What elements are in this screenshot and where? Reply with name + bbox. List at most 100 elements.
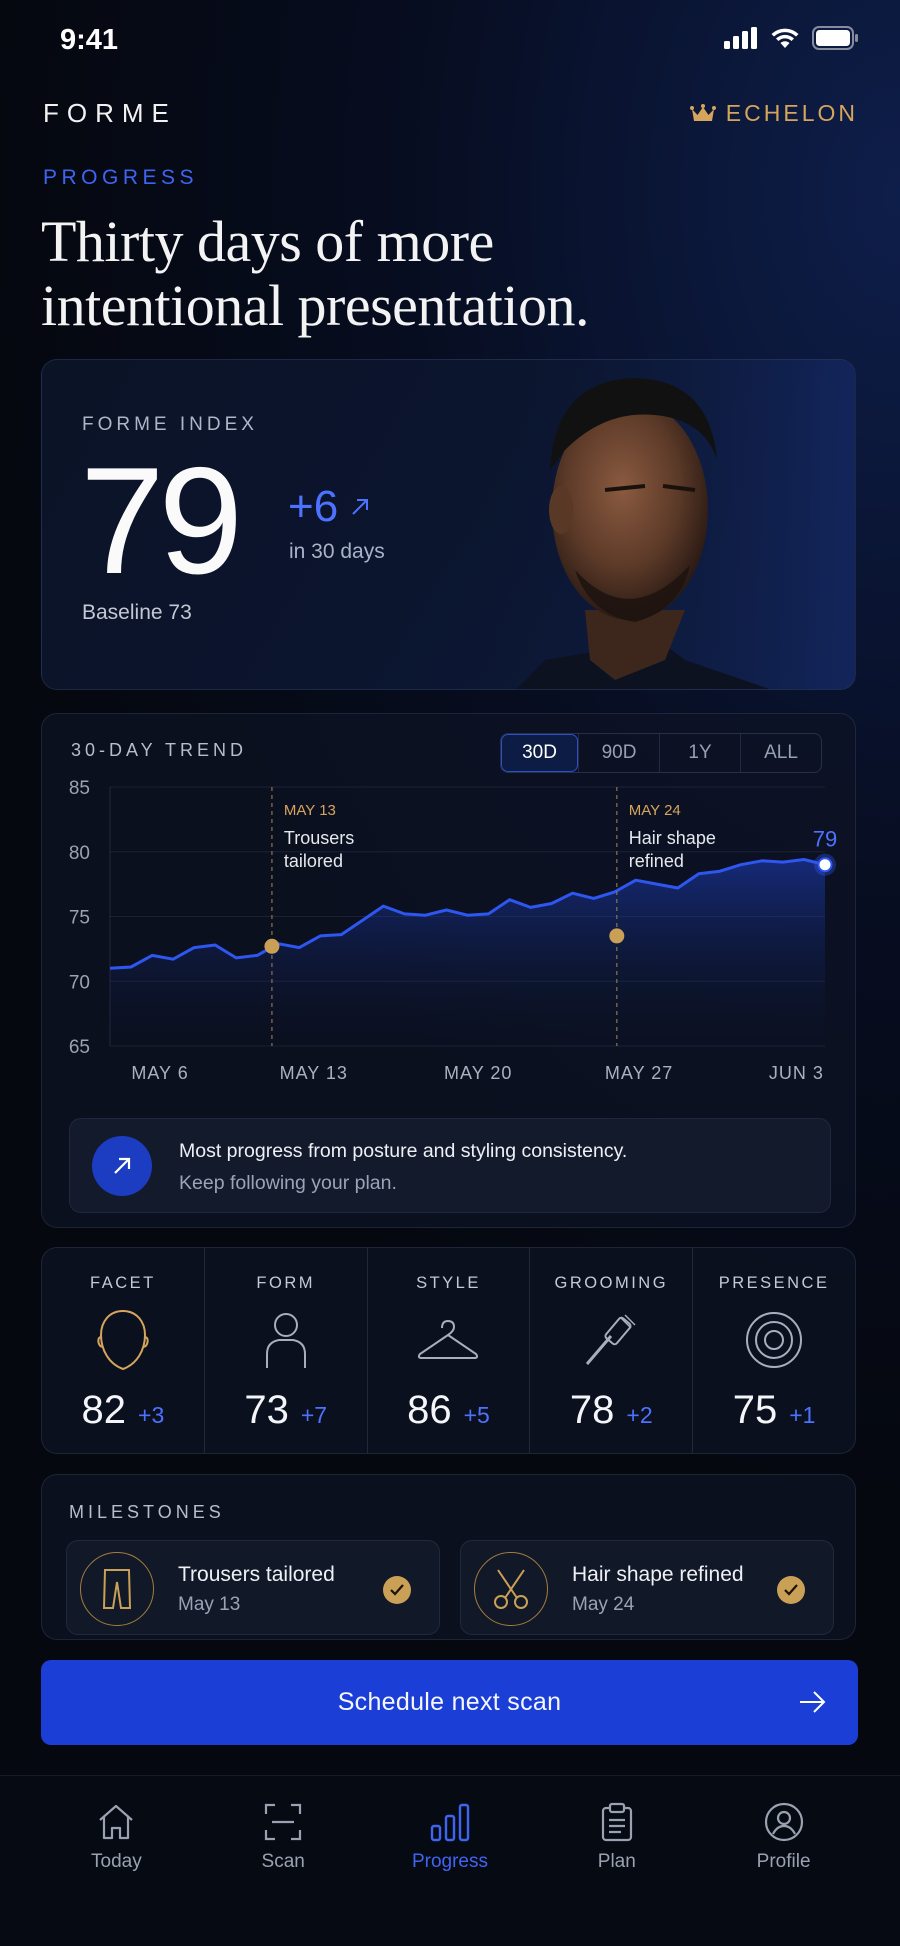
annotation-date: MAY 13 — [284, 802, 336, 819]
index-delta: +6 — [288, 482, 370, 532]
x-tick-label: MAY 27 — [605, 1063, 673, 1083]
facet-value: 75 — [732, 1388, 778, 1432]
scan-icon — [261, 1800, 305, 1844]
status-time: 9:41 — [60, 24, 119, 56]
range-option-30d[interactable]: 30D — [501, 734, 578, 772]
annotation-text: refined — [629, 851, 684, 871]
milestone-title: Trousers tailored — [178, 1563, 335, 1586]
facet-label: GROOMING — [554, 1274, 669, 1292]
trend-up-arrow-icon — [352, 499, 369, 515]
end-point — [817, 857, 833, 873]
x-tick-label: MAY 20 — [444, 1063, 512, 1083]
facet-delta: +3 — [138, 1402, 165, 1428]
headline-line-2: intentional presentation. — [41, 273, 590, 338]
annotation-marker — [609, 928, 625, 944]
range-option-all[interactable]: ALL — [740, 734, 821, 772]
tab-profile[interactable]: Profile — [700, 1776, 867, 1886]
milestone-item[interactable]: Trousers tailored May 13 — [66, 1540, 440, 1635]
facet-facet[interactable]: FACET 82 +3 — [42, 1248, 204, 1453]
tab-scan[interactable]: Scan — [200, 1776, 367, 1886]
headline-line-1: Thirty days of more — [41, 209, 494, 274]
user-circle-icon — [762, 1800, 806, 1844]
facet-label: FACET — [90, 1274, 156, 1292]
tier-label: ECHELON — [725, 100, 858, 126]
insight-arrow-icon — [92, 1136, 152, 1196]
range-option-90d[interactable]: 90D — [578, 734, 659, 772]
section-eyebrow: PROGRESS — [43, 166, 199, 189]
range-option-1y[interactable]: 1Y — [659, 734, 740, 772]
target-icon — [742, 1308, 806, 1372]
schedule-scan-button[interactable]: Schedule next scan — [41, 1660, 858, 1745]
scissors-icon — [474, 1552, 548, 1626]
x-tick-label: MAY 6 — [131, 1063, 188, 1083]
tab-label: Scan — [261, 1851, 305, 1872]
check-icon — [777, 1576, 805, 1604]
y-tick-label: 65 — [69, 1037, 90, 1058]
tab-progress[interactable]: Progress — [367, 1776, 534, 1886]
clipboard-icon — [595, 1800, 639, 1844]
tab-plan[interactable]: Plan — [533, 1776, 700, 1886]
trend-label: 30-DAY TREND — [71, 740, 248, 760]
x-tick-label: MAY 13 — [280, 1063, 348, 1083]
page-headline: Thirty days of more intentional presenta… — [41, 210, 801, 338]
annotation-marker — [264, 938, 280, 954]
tab-label: Today — [91, 1851, 142, 1872]
signal-icon — [724, 27, 757, 49]
insight-banner: Most progress from posture and styling c… — [69, 1118, 831, 1213]
facet-style[interactable]: STYLE 86 +5 — [366, 1248, 530, 1453]
milestones-label: MILESTONES — [69, 1502, 225, 1522]
insight-text: Most progress from posture and styling c… — [179, 1140, 628, 1162]
cta-label: Schedule next scan — [337, 1688, 562, 1716]
y-tick-label: 85 — [69, 778, 90, 799]
trend-area — [110, 859, 825, 1046]
facet-grooming[interactable]: GROOMING 78 +2 — [529, 1248, 692, 1453]
facet-value: 73 — [244, 1388, 289, 1432]
facet-delta: +5 — [463, 1402, 490, 1428]
index-baseline: Baseline 73 — [82, 601, 192, 624]
hanger-icon — [416, 1308, 480, 1372]
face-icon — [91, 1308, 155, 1372]
home-icon — [94, 1800, 138, 1844]
tier-badge[interactable]: ECHELON — [689, 100, 858, 127]
index-delta-value: +6 — [288, 482, 339, 531]
x-tick-label: JUN 3 — [769, 1063, 824, 1083]
facet-value: 86 — [407, 1388, 452, 1432]
trend-chart: 85 80 75 70 65 MAY 6 MAY 13 MAY 20 MAY 27 JUN 3 MA… — [69, 778, 837, 1083]
index-delta-period: in 30 days — [289, 540, 385, 563]
battery-icon — [812, 26, 858, 50]
tab-bar: Today Scan Progress Plan Profile — [0, 1775, 900, 1946]
tab-label: Progress — [411, 1851, 488, 1872]
end-value-label: 79 — [813, 827, 837, 852]
tab-today[interactable]: Today — [33, 1776, 200, 1886]
annotation-date: MAY 24 — [629, 802, 681, 819]
annotation-text: Trousers — [284, 828, 354, 848]
y-tick-label: 70 — [69, 972, 90, 993]
facet-label: FORM — [256, 1274, 315, 1292]
y-tick-label: 75 — [69, 908, 90, 929]
facet-value: 82 — [81, 1388, 127, 1432]
brand-logo: FORME — [43, 98, 177, 128]
trousers-icon — [80, 1552, 154, 1626]
range-selector[interactable]: 30D 90D 1Y ALL — [500, 733, 822, 773]
milestone-date: May 24 — [572, 1594, 635, 1615]
tab-label: Plan — [597, 1851, 636, 1872]
facet-form[interactable]: FORM 73 +7 — [203, 1248, 367, 1453]
index-score: 79 — [80, 436, 243, 606]
facet-delta: +7 — [300, 1402, 328, 1428]
facet-delta: +1 — [789, 1402, 816, 1428]
facet-presence[interactable]: PRESENCE 75 +1 — [692, 1248, 855, 1453]
milestones-card: MILESTONES Trousers tailored May 13 Hair… — [41, 1474, 856, 1640]
facet-scores: FACET 82 +3 FORM 73 +7 STYLE 86 +5 GROOMING… — [41, 1247, 856, 1454]
arrow-right-icon — [800, 1691, 826, 1713]
portrait-image — [455, 360, 855, 689]
facet-delta: +2 — [626, 1402, 653, 1428]
insight-subtext: Keep following your plan. — [179, 1172, 397, 1194]
body-icon — [254, 1308, 318, 1372]
milestone-item[interactable]: Hair shape refined May 24 — [460, 1540, 834, 1635]
bar-chart-icon — [428, 1800, 472, 1844]
y-tick-label: 80 — [69, 843, 90, 864]
facet-value: 78 — [569, 1388, 615, 1432]
brush-icon — [579, 1308, 643, 1372]
wifi-icon — [771, 28, 799, 48]
trend-card: 30-DAY TREND 30D 90D 1Y ALL 85 80 75 70 65 MAY 6… — [41, 713, 856, 1228]
